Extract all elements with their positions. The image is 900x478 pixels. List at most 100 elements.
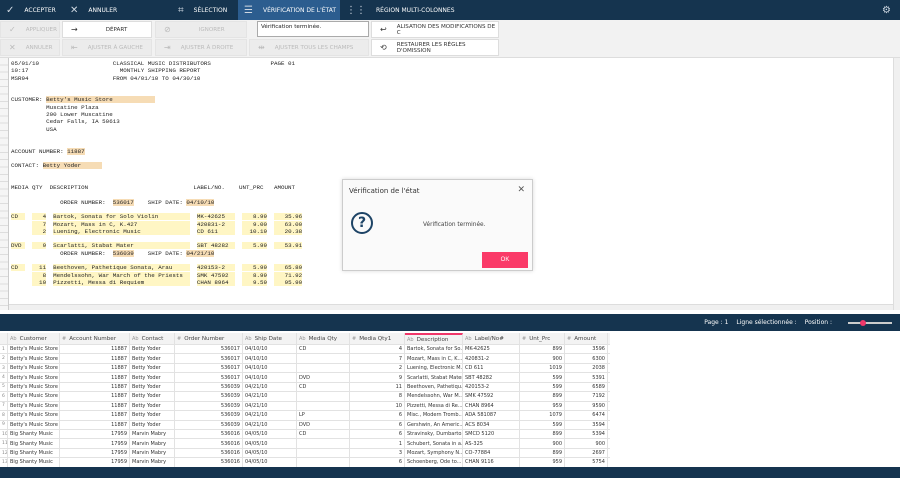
table-cell[interactable]: Mozart, Symphony N... bbox=[405, 448, 463, 458]
column-header[interactable]: Ab Customer bbox=[8, 333, 60, 344]
table-cell[interactable]: 899 bbox=[520, 448, 565, 458]
report-field[interactable]: 10.19 bbox=[242, 227, 268, 235]
table-cell[interactable] bbox=[297, 401, 350, 411]
table-cell[interactable]: 04/10/10 bbox=[243, 373, 297, 382]
table-cell[interactable]: Betty Yoder bbox=[130, 363, 175, 373]
column-header[interactable]: # Amount bbox=[565, 333, 608, 344]
table-row[interactable]: 10 Big Shanty Music 17959 Marvin Mabry 53601… bbox=[0, 429, 610, 440]
report-field[interactable]: 71.92 bbox=[274, 271, 303, 279]
multi-column-tab[interactable]: ⋮⋮ Région multi-colonnes bbox=[340, 0, 470, 20]
table-cell[interactable]: Stravinsky, Dumbarto... bbox=[405, 429, 463, 439]
table-cell[interactable]: Betty Yoder bbox=[130, 401, 175, 411]
table-cell[interactable]: 2697 bbox=[565, 448, 608, 458]
table-cell[interactable]: 420831-2 bbox=[463, 354, 520, 363]
report-field[interactable]: 7 bbox=[32, 220, 47, 228]
table-cell[interactable]: 9 bbox=[350, 373, 405, 382]
table-cell[interactable]: CD bbox=[297, 345, 350, 354]
table-row[interactable]: 1 Betty's Music Store 11887 Betty Yoder 5360… bbox=[0, 345, 610, 355]
report-field[interactable]: Mozart, Mass in C, K.427 bbox=[53, 220, 190, 228]
table-cell[interactable]: 536016 bbox=[175, 458, 243, 467]
settings-button[interactable]: ⚙ bbox=[876, 0, 900, 20]
report-field[interactable]: Mendelssohn, War March of the Priests bbox=[53, 271, 190, 279]
table-cell[interactable]: CHAN 9116 bbox=[463, 458, 520, 467]
table-cell[interactable]: 11887 bbox=[60, 392, 130, 401]
report-field[interactable]: Scarlatti, Stabat Mater bbox=[53, 242, 190, 250]
column-header[interactable]: # Order Number bbox=[175, 333, 243, 344]
table-cell[interactable]: 6 bbox=[350, 458, 405, 467]
table-cell[interactable]: 1079 bbox=[520, 411, 565, 420]
table-cell[interactable]: 536016 bbox=[175, 439, 243, 448]
table-cell[interactable]: 5391 bbox=[565, 373, 608, 382]
report-field[interactable]: CHAN 8964 bbox=[196, 278, 236, 286]
table-cell[interactable]: CHAN 8964 bbox=[463, 401, 520, 411]
table-cell[interactable]: 4 bbox=[350, 345, 405, 354]
report-field[interactable]: 2 bbox=[32, 227, 47, 235]
table-cell[interactable]: 536017 bbox=[175, 345, 243, 354]
report-field[interactable]: 35.96 bbox=[274, 213, 303, 221]
table-row[interactable]: 6 Betty's Music Store 11887 Betty Yoder 5360… bbox=[0, 392, 610, 402]
accept-button[interactable]: ✓ Accepter bbox=[0, 0, 62, 20]
table-cell[interactable]: Big Shanty Music bbox=[8, 448, 60, 458]
table-cell[interactable]: Big Shanty Music bbox=[8, 458, 60, 467]
table-cell[interactable]: 17959 bbox=[60, 429, 130, 439]
table-cell[interactable]: 2 bbox=[350, 363, 405, 373]
table-cell[interactable]: 899 bbox=[520, 392, 565, 401]
report-field[interactable]: 65.89 bbox=[274, 264, 303, 272]
table-cell[interactable]: 599 bbox=[520, 373, 565, 382]
status-check-tab[interactable]: ☰ Vérification de l'état bbox=[238, 0, 340, 20]
column-header[interactable]: Ab Label/No# bbox=[463, 333, 520, 344]
restore-rules-button[interactable]: ⟲ Restaurer les règles d'omission bbox=[371, 39, 499, 56]
apply-button[interactable]: ✓ Appliquer bbox=[0, 21, 60, 38]
table-cell[interactable]: 536039 bbox=[175, 420, 243, 429]
report-field[interactable]: 11 bbox=[32, 264, 47, 272]
report-field[interactable]: 20.38 bbox=[274, 227, 303, 235]
cancel-top-button[interactable]: ✕ Annuler bbox=[64, 0, 164, 20]
report-field[interactable]: 8.99 bbox=[242, 213, 268, 221]
report-field[interactable]: SMK 47592 bbox=[196, 271, 236, 279]
table-cell[interactable]: 536039 bbox=[175, 392, 243, 401]
table-cell[interactable]: 11887 bbox=[60, 420, 130, 429]
column-header[interactable]: # Media Qty1 bbox=[350, 333, 405, 344]
table-cell[interactable]: 04/05/10 bbox=[243, 439, 297, 448]
table-cell[interactable]: 599 bbox=[520, 420, 565, 429]
table-cell[interactable]: 536016 bbox=[175, 429, 243, 439]
table-cell[interactable]: Bartok, Sonata for So... bbox=[405, 345, 463, 354]
table-cell[interactable]: 3596 bbox=[565, 345, 608, 354]
table-cell[interactable] bbox=[297, 458, 350, 467]
table-cell[interactable]: 536017 bbox=[175, 354, 243, 363]
table-cell[interactable]: 1 bbox=[350, 439, 405, 448]
table-cell[interactable]: 04/21/10 bbox=[243, 411, 297, 420]
table-cell[interactable]: 6 bbox=[350, 420, 405, 429]
table-cell[interactable]: 11887 bbox=[60, 411, 130, 420]
report-field[interactable]: SBT 48282 bbox=[196, 242, 236, 250]
report-field[interactable]: CD bbox=[11, 264, 26, 272]
table-cell[interactable]: 7 bbox=[350, 354, 405, 363]
table-cell[interactable]: 5754 bbox=[565, 458, 608, 467]
table-cell[interactable]: 9590 bbox=[565, 401, 608, 411]
table-cell[interactable]: 6 bbox=[350, 429, 405, 439]
table-cell[interactable]: Betty's Music Store bbox=[8, 392, 60, 401]
table-cell[interactable]: 10 bbox=[350, 401, 405, 411]
table-cell[interactable]: ACS 8034 bbox=[463, 420, 520, 429]
table-cell[interactable]: Betty's Music Store bbox=[8, 411, 60, 420]
report-field[interactable]: 63.00 bbox=[274, 220, 303, 228]
table-cell[interactable]: 8 bbox=[350, 392, 405, 401]
table-cell[interactable]: Gershwin, An Americ... bbox=[405, 420, 463, 429]
align-left-button[interactable]: ⇤ Ajuster à gauche bbox=[62, 39, 152, 56]
table-cell[interactable]: Betty Yoder bbox=[130, 411, 175, 420]
table-row[interactable]: 7 Betty's Music Store 11887 Betty Yoder 5360… bbox=[0, 401, 610, 412]
table-cell[interactable]: CD 611 bbox=[463, 363, 520, 373]
table-cell[interactable]: 959 bbox=[520, 458, 565, 467]
table-row[interactable]: 11 Big Shanty Music 17959 Marvin Mabry 53601… bbox=[0, 439, 610, 449]
report-field[interactable]: 9.59 bbox=[242, 278, 268, 286]
column-header[interactable]: Ab Ship Date bbox=[243, 333, 297, 344]
table-cell[interactable]: 536017 bbox=[175, 363, 243, 373]
table-cell[interactable]: Pizzetti, Messa di Re... bbox=[405, 401, 463, 411]
table-cell[interactable]: 599 bbox=[520, 382, 565, 392]
report-field[interactable]: 5.99 bbox=[242, 242, 268, 250]
table-cell[interactable]: 536016 bbox=[175, 448, 243, 458]
table-cell[interactable]: AS-325 bbox=[463, 439, 520, 448]
table-cell[interactable]: 04/10/10 bbox=[243, 354, 297, 363]
table-cell[interactable]: 11887 bbox=[60, 382, 130, 392]
cancel-button[interactable]: ✕ Annuler bbox=[0, 39, 60, 56]
